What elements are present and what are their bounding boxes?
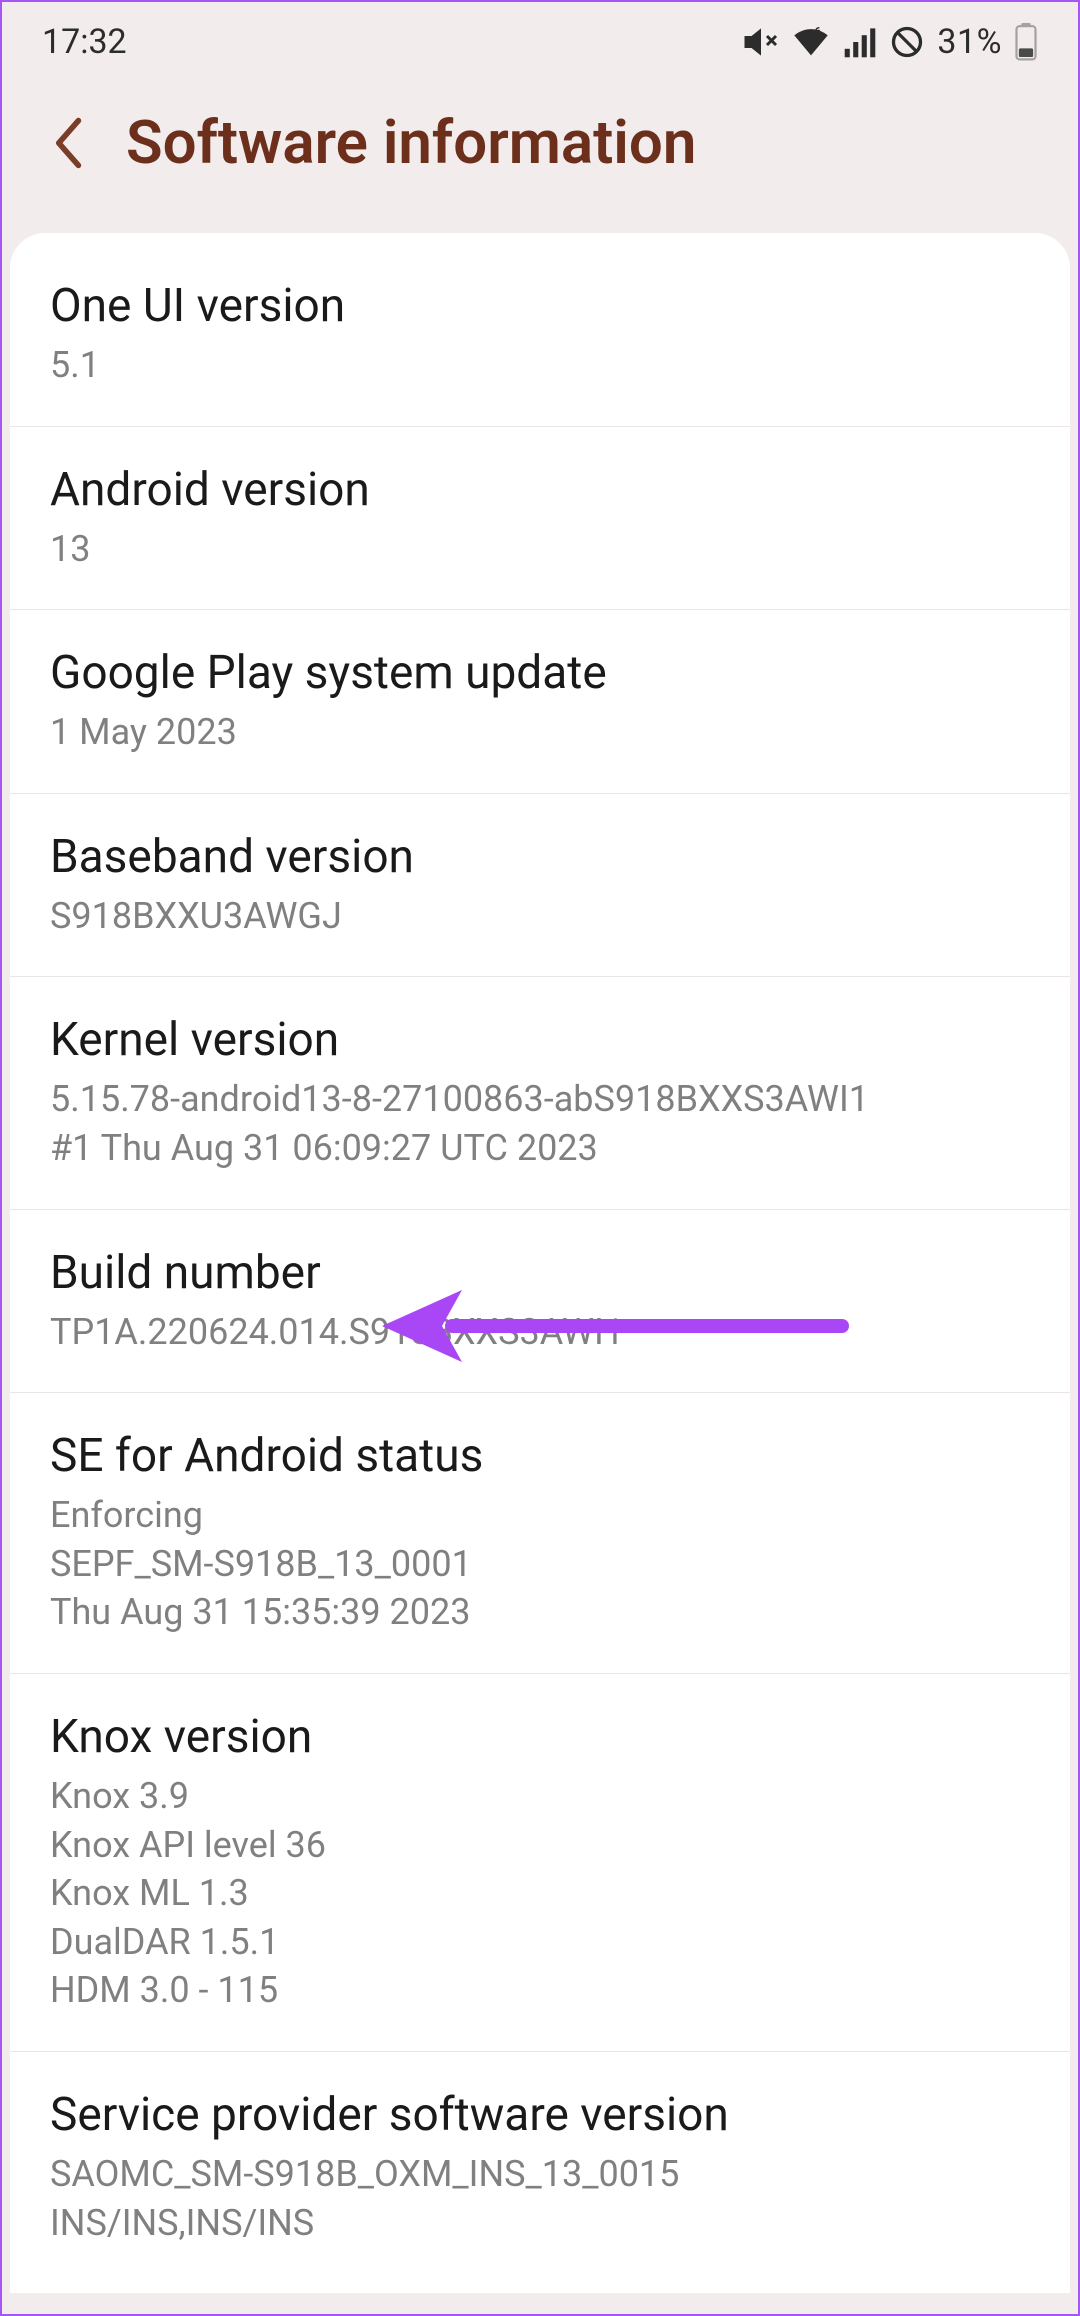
mute-icon [743,24,779,60]
row-one-ui-version[interactable]: One UI version 5.1 [10,243,1070,427]
do-not-disturb-icon [889,24,925,60]
value-android: 13 [50,525,1030,574]
status-right-cluster: 6 31% [743,22,1038,62]
row-service-provider[interactable]: Service provider software version SAOMC_… [10,2052,1070,2283]
back-icon[interactable] [44,117,96,169]
status-time: 17:32 [42,22,127,62]
wifi-icon: 6 [791,24,831,60]
row-kernel[interactable]: Kernel version 5.15.78-android13-8-27100… [10,977,1070,1209]
label-android: Android version [50,463,1030,517]
row-baseband[interactable]: Baseband version S918BXXU3AWGJ [10,794,1070,978]
value-play-update: 1 May 2023 [50,708,1030,757]
label-service-provider: Service provider software version [50,2088,1030,2142]
page-header: Software information [2,72,1078,233]
row-play-update[interactable]: Google Play system update 1 May 2023 [10,610,1070,794]
status-bar: 17:32 6 [2,2,1078,72]
value-kernel: 5.15.78-android13-8-27100863-abS918BXXS3… [50,1075,1030,1172]
label-se-android: SE for Android status [50,1429,1030,1483]
label-build: Build number [50,1246,1030,1300]
label-play-update: Google Play system update [50,646,1030,700]
svg-text:6: 6 [815,24,822,38]
battery-percent: 31% [937,22,1002,62]
label-kernel: Kernel version [50,1013,1030,1067]
cellular-icon [843,25,877,59]
label-baseband: Baseband version [50,830,1030,884]
row-knox[interactable]: Knox version Knox 3.9 Knox API level 36 … [10,1674,1070,2052]
row-build-number[interactable]: Build number TP1A.220624.014.S918BXXS3AW… [10,1210,1070,1394]
value-one-ui: 5.1 [50,341,1030,390]
row-se-android[interactable]: SE for Android status Enforcing SEPF_SM-… [10,1393,1070,1674]
value-build: TP1A.220624.014.S918BXXS3AWI1 [50,1308,1030,1357]
page-title: Software information [126,107,696,178]
settings-card: One UI version 5.1 Android version 13 Go… [10,233,1070,2293]
value-baseband: S918BXXU3AWGJ [50,892,1030,941]
battery-icon [1014,23,1038,61]
label-one-ui: One UI version [50,279,1030,333]
value-service-provider: SAOMC_SM-S918B_OXM_INS_13_0015 INS/INS,I… [50,2150,1030,2247]
value-knox: Knox 3.9 Knox API level 36 Knox ML 1.3 D… [50,1772,1030,2015]
label-knox: Knox version [50,1710,1030,1764]
value-se-android: Enforcing SEPF_SM-S918B_13_0001 Thu Aug … [50,1491,1030,1637]
row-android-version[interactable]: Android version 13 [10,427,1070,611]
